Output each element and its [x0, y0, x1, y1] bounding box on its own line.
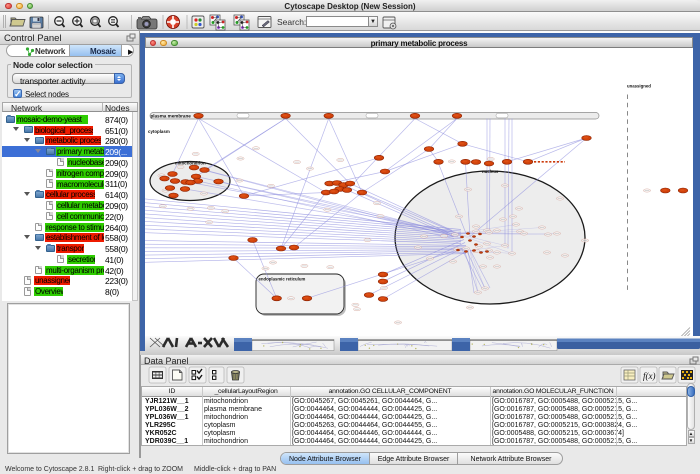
svg-text:f(x): f(x): [643, 371, 656, 381]
svg-text:endoplasmic reticulum: endoplasmic reticulum: [259, 276, 306, 281]
svg-text:mitochondrion: mitochondrion: [175, 160, 206, 165]
svg-text:nucleus: nucleus: [482, 169, 499, 174]
svg-text:cytoplasm: cytoplasm: [148, 129, 170, 134]
svg-text:unassigned: unassigned: [627, 83, 651, 88]
svg-text:plasma membrane: plasma membrane: [151, 113, 192, 118]
